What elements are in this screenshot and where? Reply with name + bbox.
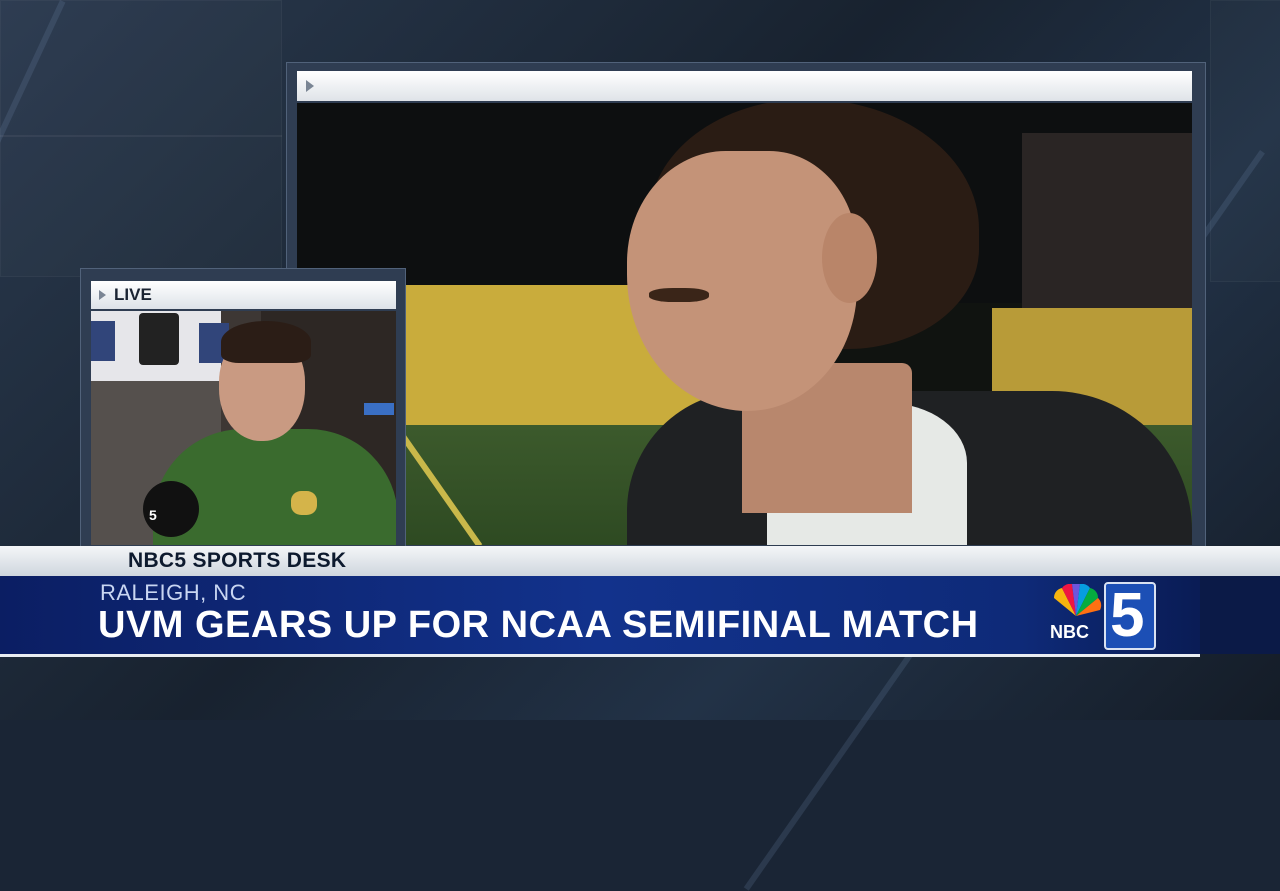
main-video-window xyxy=(286,62,1206,552)
background-panel xyxy=(0,0,282,137)
live-bar: LIVE xyxy=(91,281,396,309)
screen xyxy=(364,403,394,415)
headline-bar: RALEIGH, NC UVM GEARS UP FOR NCAA SEMIFI… xyxy=(0,576,1200,657)
framed-jersey xyxy=(91,321,115,361)
player-ear xyxy=(822,213,877,303)
nbc-wordmark: NBC xyxy=(1050,622,1089,642)
main-video-feed xyxy=(297,103,1192,545)
background-panel xyxy=(0,135,282,277)
live-video-feed: 5 xyxy=(91,311,396,545)
nbc5-logo: NBC 5 xyxy=(1044,580,1156,650)
building xyxy=(1022,133,1192,333)
location-text: RALEIGH, NC xyxy=(100,580,247,605)
play-icon xyxy=(99,290,106,300)
coach-hair xyxy=(221,321,311,363)
shirt-logo xyxy=(291,491,317,515)
headline-text: UVM GEARS UP FOR NCAA SEMIFINAL MATCH xyxy=(98,604,979,646)
live-inset-window: LIVE 5 xyxy=(80,268,406,552)
sports-desk-bar: NBC5 SPORTS DESK xyxy=(0,546,1280,576)
channel-number: 5 xyxy=(1110,581,1145,650)
background-panel xyxy=(1210,0,1280,282)
live-label: LIVE xyxy=(114,285,152,304)
channel-box: 5 xyxy=(1104,581,1156,650)
desk-title: NBC5 SPORTS DESK xyxy=(128,549,347,572)
framed-jersey xyxy=(139,313,179,365)
peacock-icon xyxy=(1053,584,1102,616)
play-icon xyxy=(306,80,314,92)
mic-flag-number: 5 xyxy=(149,507,157,523)
main-video-titlebar xyxy=(297,71,1192,101)
player-mustache xyxy=(649,288,709,302)
